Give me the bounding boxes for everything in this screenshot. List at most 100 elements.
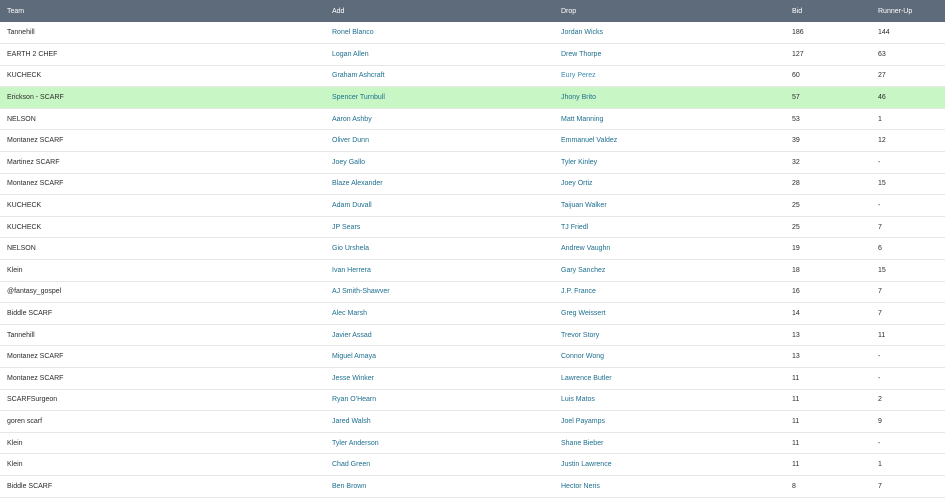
runner-up-cell: 1 — [878, 461, 882, 469]
add-player-link[interactable]: Jesse Winker — [332, 375, 374, 382]
drop-player-cell: Tyler Kinley — [554, 152, 785, 174]
table-header: Team Add Drop Bid Runner-Up — [0, 0, 945, 22]
drop-player-link[interactable]: Trevor Story — [561, 332, 599, 339]
drop-player-link[interactable]: Hector Neris — [561, 483, 600, 490]
drop-player-cell: Luis Matos — [554, 389, 785, 411]
table-row: Klein Tyler Anderson Shane Bieber 11 - — [0, 432, 945, 454]
team-cell: KUCHECK — [7, 202, 42, 210]
header-drop[interactable]: Drop — [554, 0, 785, 22]
table-row: NELSON Aaron Ashby Matt Manning 53 1 — [0, 108, 945, 130]
add-player-link[interactable]: Alec Marsh — [332, 310, 367, 317]
table-body: Tannehill Ronel Blanco Jordan Wicks 186 144 E… — [0, 22, 945, 498]
team-cell: Montanez SCARF — [7, 353, 64, 361]
drop-player-link[interactable]: Shane Bieber — [561, 440, 603, 447]
runner-up-cell: - — [878, 439, 881, 447]
drop-player-link[interactable]: Andrew Vaughn — [561, 245, 610, 252]
bid-cell: 19 — [792, 245, 800, 253]
runner-up-cell: 7 — [878, 223, 882, 231]
drop-player-link[interactable]: Joey Ortiz — [561, 180, 593, 187]
table-row: KUCHECK Adam Duvall Taijuan Walker 25 - — [0, 195, 945, 217]
drop-player-cell: Jordan Wicks — [554, 22, 785, 44]
add-player-cell: Ivan Herrera — [325, 260, 554, 282]
drop-player-cell: Matt Manning — [554, 108, 785, 130]
table-row: EARTH 2 CHEF Logan Allen Drew Thorpe 127 63 — [0, 44, 945, 66]
add-player-link[interactable]: Oliver Dunn — [332, 137, 369, 144]
drop-player-cell: Eury Perez — [554, 65, 785, 87]
team-cell: Montanez SCARF — [7, 180, 64, 188]
bid-cell: 57 — [792, 94, 800, 102]
add-player-cell: Ronel Blanco — [325, 22, 554, 44]
add-player-link[interactable]: Ryan O'Hearn — [332, 396, 376, 403]
table-row: Biddle SCARF Alec Marsh Greg Weissert 14 7 — [0, 303, 945, 325]
drop-player-link[interactable]: Lawrence Butler — [561, 375, 612, 382]
drop-player-link[interactable]: Justin Lawrence — [561, 461, 612, 468]
add-player-cell: Joey Gallo — [325, 152, 554, 174]
drop-player-link[interactable]: J.P. France — [561, 288, 596, 295]
bid-cell: 53 — [792, 115, 800, 123]
add-player-link[interactable]: Graham Ashcraft — [332, 72, 385, 79]
drop-player-link[interactable]: Jordan Wicks — [561, 29, 603, 36]
add-player-link[interactable]: Blaze Alexander — [332, 180, 383, 187]
runner-up-cell: 144 — [878, 29, 890, 37]
drop-player-cell: Trevor Story — [554, 324, 785, 346]
bid-cell: 25 — [792, 223, 800, 231]
header-team[interactable]: Team — [0, 0, 325, 22]
team-cell: NELSON — [7, 115, 36, 123]
drop-player-link[interactable]: Connor Wong — [561, 353, 604, 360]
drop-player-link[interactable]: Drew Thorpe — [561, 51, 601, 58]
add-player-link[interactable]: Ben Brown — [332, 483, 366, 490]
add-player-link[interactable]: Miguel Amaya — [332, 353, 376, 360]
add-player-cell: Logan Allen — [325, 44, 554, 66]
add-player-link[interactable]: Spencer Turnbull — [332, 94, 385, 101]
runner-up-cell: 46 — [878, 94, 886, 102]
add-player-link[interactable]: Javier Assad — [332, 332, 372, 339]
bid-cell: 60 — [792, 72, 800, 80]
drop-player-link[interactable]: Taijuan Walker — [561, 202, 607, 209]
drop-player-link[interactable]: Greg Weissert — [561, 310, 606, 317]
drop-player-link[interactable]: Eury Perez — [561, 72, 596, 79]
team-cell: Biddle SCARF — [7, 310, 53, 318]
bid-cell: 11 — [792, 374, 800, 382]
drop-player-link[interactable]: Jhony Brito — [561, 94, 596, 101]
add-player-link[interactable]: Chad Green — [332, 461, 370, 468]
drop-player-link[interactable]: Matt Manning — [561, 116, 603, 123]
add-player-link[interactable]: Logan Allen — [332, 51, 369, 58]
runner-up-cell: 7 — [878, 288, 882, 296]
bid-cell: 14 — [792, 310, 800, 318]
add-player-link[interactable]: Tyler Anderson — [332, 440, 379, 447]
team-cell: Tannehill — [7, 29, 35, 37]
header-add[interactable]: Add — [325, 0, 554, 22]
drop-player-link[interactable]: TJ Friedl — [561, 224, 588, 231]
drop-player-link[interactable]: Tyler Kinley — [561, 159, 597, 166]
header-bid[interactable]: Bid — [785, 0, 871, 22]
bid-cell: 32 — [792, 158, 800, 166]
add-player-cell: Ryan O'Hearn — [325, 389, 554, 411]
drop-player-link[interactable]: Joel Payamps — [561, 418, 605, 425]
add-player-cell: Blaze Alexander — [325, 173, 554, 195]
drop-player-link[interactable]: Luis Matos — [561, 396, 595, 403]
table-row: Klein Ivan Herrera Gary Sanchez 18 15 — [0, 260, 945, 282]
team-cell: Tannehill — [7, 331, 35, 339]
bid-cell: 25 — [792, 202, 800, 210]
team-cell: Montanez SCARF — [7, 374, 64, 382]
header-runner-up[interactable]: Runner-Up — [871, 0, 945, 22]
add-player-link[interactable]: Adam Duvall — [332, 202, 372, 209]
runner-up-cell: 1 — [878, 115, 882, 123]
add-player-link[interactable]: AJ Smith-Shawver — [332, 288, 390, 295]
add-player-link[interactable]: Joey Gallo — [332, 159, 365, 166]
runner-up-cell: 15 — [878, 180, 886, 188]
add-player-cell: Ben Brown — [325, 475, 554, 497]
add-player-link[interactable]: JP Sears — [332, 224, 360, 231]
drop-player-link[interactable]: Gary Sanchez — [561, 267, 605, 274]
bid-cell: 28 — [792, 180, 800, 188]
add-player-link[interactable]: Aaron Ashby — [332, 116, 372, 123]
drop-player-cell: Joel Payamps — [554, 411, 785, 433]
add-player-link[interactable]: Jared Walsh — [332, 418, 371, 425]
drop-player-cell: Joey Ortiz — [554, 173, 785, 195]
drop-player-link[interactable]: Emmanuel Valdez — [561, 137, 617, 144]
add-player-link[interactable]: Gio Urshela — [332, 245, 369, 252]
add-player-link[interactable]: Ronel Blanco — [332, 29, 374, 36]
add-player-link[interactable]: Ivan Herrera — [332, 267, 371, 274]
table-row: KUCHECK JP Sears TJ Friedl 25 7 — [0, 216, 945, 238]
add-player-cell: Chad Green — [325, 454, 554, 476]
